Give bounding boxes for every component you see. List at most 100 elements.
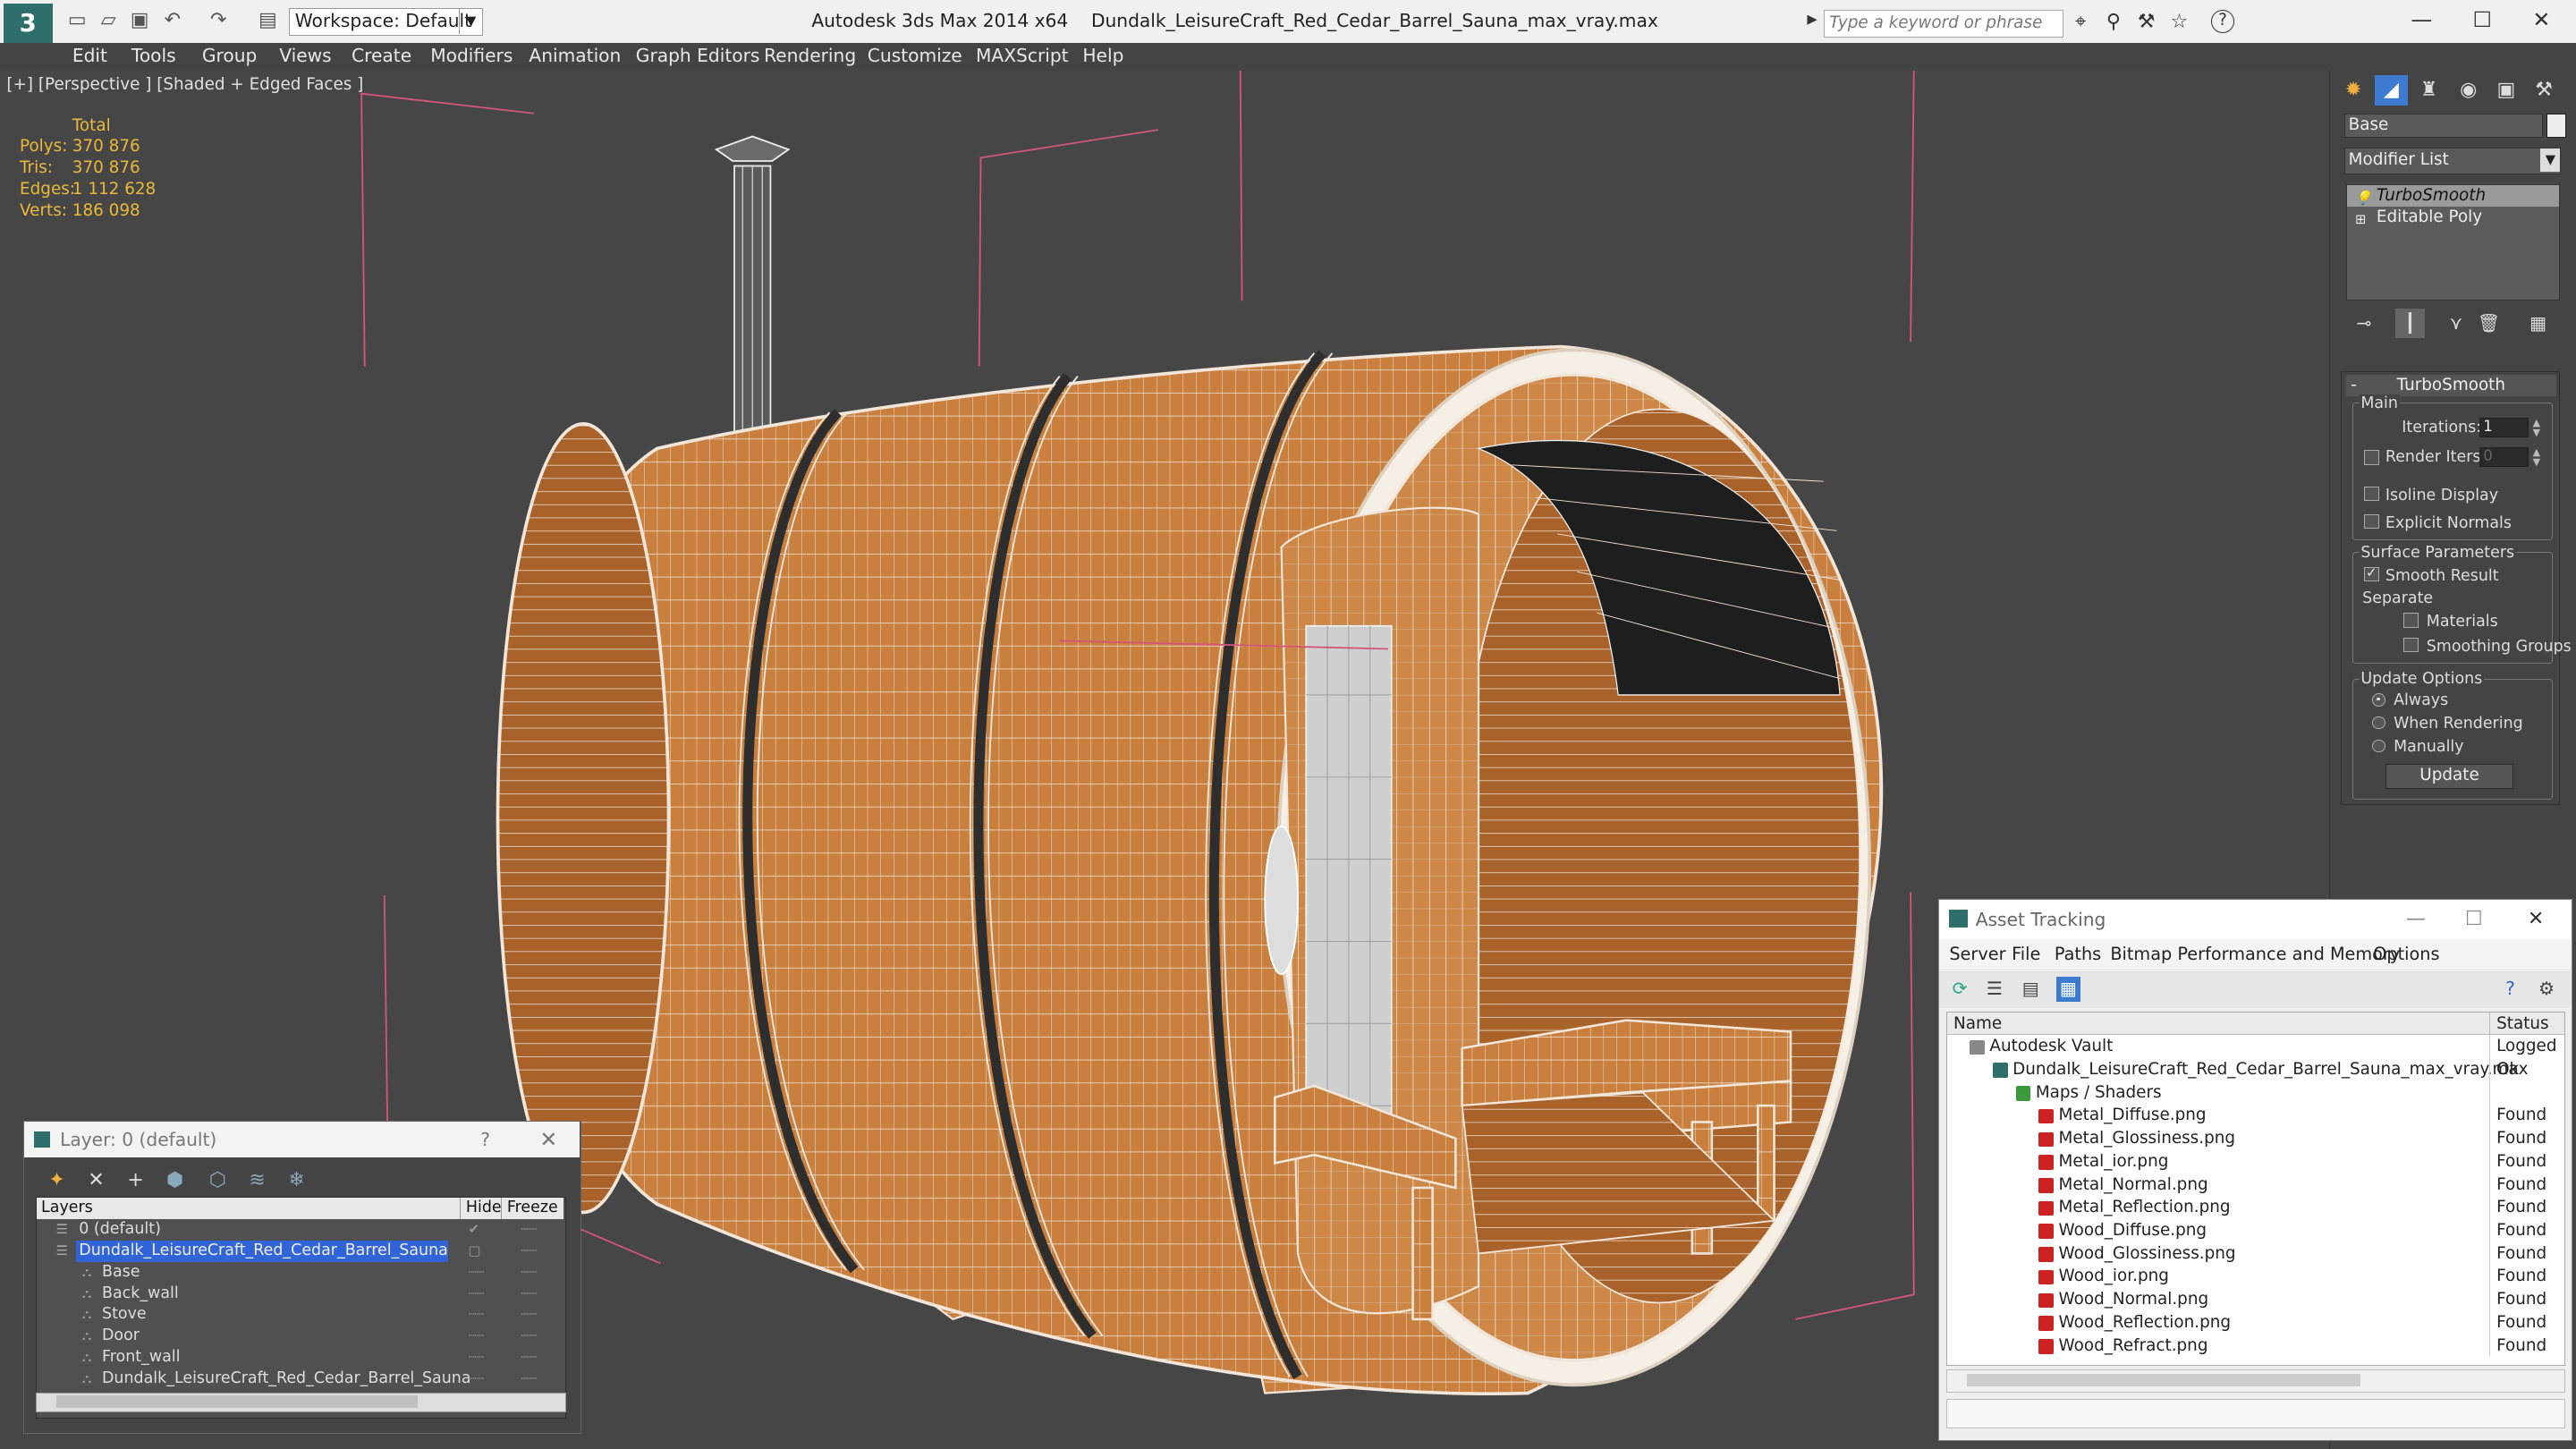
asset-row[interactable]: Dundalk_LeisureCraft_Red_Cedar_Barrel_Sa… [1947,1057,2564,1081]
object-color-swatch[interactable] [2546,113,2566,139]
freeze-all-icon[interactable]: ❄ [284,1167,309,1193]
search-expand-icon[interactable]: ▶ [1807,12,1822,37]
layer-row[interactable]: ⛬ Door ┈┈ ┈┈ [37,1326,564,1347]
modify-tab-icon[interactable]: ◢ [2375,75,2408,106]
menu-create[interactable]: Create [352,45,411,66]
layer-row[interactable]: ☰ Dundalk_LeisureCraft_Red_Cedar_Barrel_S… [37,1240,564,1262]
search-input[interactable]: Type a keyword or phrase [1823,10,2063,38]
display-tab-icon[interactable]: ▣ [2490,75,2523,105]
layer-row[interactable]: ☰ 0 (default) ✔ ┈┈ [37,1219,564,1241]
options-icon[interactable]: ⚙ [2534,977,2559,1002]
hide-toggle[interactable]: ▢ [469,1241,481,1262]
hierarchy-tab-icon[interactable]: ♜ [2412,75,2445,105]
asset-menu-server[interactable]: Server [1949,944,2005,964]
thumbnail-view-icon[interactable]: ▤ [2018,977,2043,1002]
minimize-icon[interactable]: — [2399,5,2445,35]
hide-toggle[interactable]: ┈┈ [469,1284,485,1305]
highlight-layer-icon[interactable]: ⬡ [205,1167,231,1193]
open-file-icon[interactable]: ▱ [97,10,120,31]
menu-animation[interactable]: Animation [529,45,621,66]
asset-row[interactable]: Metal_Normal.png Found [1947,1173,2564,1197]
materials-checkbox[interactable] [2403,613,2419,628]
iterations-spinner[interactable]: 1 [2479,417,2529,437]
create-layer-icon[interactable]: ✦ [44,1167,70,1193]
asset-row[interactable]: Wood_ior.png Found [1947,1265,2564,1289]
manually-radio[interactable] [2372,739,2385,753]
utilities-tab-icon[interactable]: ⚒ [2528,75,2561,105]
redo-icon[interactable]: ↷ [207,10,230,31]
project-folder-icon[interactable]: ▤ [257,10,280,31]
binoculars-icon[interactable]: ⌖ [2068,10,2093,35]
render-iters-spinner[interactable]: 0 [2479,446,2529,467]
show-end-result-icon[interactable]: ┃ [2394,309,2425,339]
freeze-toggle[interactable]: ┈┈ [521,1326,537,1347]
help-icon[interactable]: ? [2211,10,2234,33]
asset-menu-bitmap[interactable]: Bitmap Performance and Memory [2110,944,2400,964]
freeze-toggle[interactable]: ┈┈ [521,1219,537,1241]
menu-rendering[interactable]: Rendering [764,45,856,66]
list-view-icon[interactable]: ☰ [1982,977,2007,1002]
undo-icon[interactable]: ↶ [161,10,184,31]
viewport-label[interactable]: [+] [Perspective ] [Shaded + Edged Faces… [6,75,363,94]
hide-toggle[interactable]: ┈┈ [469,1304,485,1326]
hide-toggle[interactable]: ┈┈ [469,1262,485,1284]
scroll-thumb[interactable] [55,1394,418,1409]
select-objects-icon[interactable]: ⬢ [162,1167,188,1193]
asset-menu-options[interactable]: Options [2373,944,2439,964]
asset-row[interactable]: Wood_Refract.png Found [1947,1334,2564,1358]
workspace-dropdown[interactable]: Workspace: Default ▼ [289,8,483,37]
create-tab-icon[interactable]: ✹ [2337,75,2370,105]
menu-graph-editors[interactable]: Graph Editors [636,45,760,66]
remove-modifier-icon[interactable]: 🗑 [2474,309,2504,338]
layer-row[interactable]: ⛬ Base ┈┈ ┈┈ [37,1262,564,1284]
freeze-toggle[interactable]: ┈┈ [521,1262,537,1284]
new-file-icon[interactable]: ▭ [65,10,89,31]
favorites-star-icon[interactable]: ☆ [2167,10,2192,35]
explicit-normals-checkbox[interactable] [2364,513,2379,530]
layer-scrollbar[interactable] [35,1392,566,1412]
close-icon[interactable]: ✕ [539,1122,557,1157]
smoothing-groups-checkbox[interactable] [2403,637,2419,653]
asset-menu-file[interactable]: File [2012,944,2040,964]
maximize-icon[interactable]: ☐ [2465,900,2483,939]
col-layers[interactable]: Layers [41,1198,93,1219]
menu-help[interactable]: Help [1082,45,1123,66]
layer-row[interactable]: ⛬ Dundalk_LeisureCraft_Red_Cedar_Barrel_S… [37,1368,564,1390]
render-iters-checkbox[interactable] [2364,450,2379,465]
make-unique-icon[interactable]: ⋎ [2441,309,2470,338]
freeze-toggle[interactable]: ┈┈ [521,1304,537,1326]
layer-row[interactable]: ⛬ Stove ┈┈ ┈┈ [37,1304,564,1326]
rollout-header[interactable]: - TurboSmooth [2345,374,2556,396]
asset-row[interactable]: Metal_ior.png Found [1947,1149,2564,1174]
asset-row[interactable]: Metal_Diffuse.png Found [1947,1104,2564,1128]
menu-edit[interactable]: Edit [72,45,107,66]
motion-tab-icon[interactable]: ◉ [2452,75,2485,105]
asset-row[interactable]: Metal_Glossiness.png Found [1947,1127,2564,1150]
expand-plus-icon[interactable]: ⊞ [2355,209,2366,231]
hide-toggle[interactable]: ┈┈ [469,1326,485,1347]
asset-menu-paths[interactable]: Paths [2055,944,2101,964]
col-name[interactable]: Name [1953,1013,2002,1036]
add-to-layer-icon[interactable]: + [123,1167,148,1193]
asset-row[interactable]: Maps / Shaders [1947,1080,2564,1105]
delete-layer-icon[interactable]: ✕ [83,1167,109,1193]
object-name-field[interactable]: Base [2343,113,2544,139]
freeze-toggle[interactable]: ┈┈ [521,1347,537,1368]
col-freeze[interactable]: Freeze [501,1198,558,1219]
spinner-arrows-icon[interactable]: ▲ ▼ [2530,418,2544,437]
subscription-icon[interactable]: ⚲ [2101,10,2126,35]
freeze-toggle[interactable]: ┈┈ [521,1241,537,1262]
refresh-icon[interactable]: ⟳ [1947,977,1972,1002]
minimize-icon[interactable]: — [2406,900,2426,939]
pin-stack-icon[interactable]: ⊸ [2349,309,2378,338]
save-file-icon[interactable]: ▣ [128,10,151,31]
menu-modifiers[interactable]: Modifiers [430,45,513,66]
spinner-arrows-icon[interactable]: ▲ ▼ [2530,447,2544,467]
stack-item-editable-poly[interactable]: ⊞ Editable Poly [2347,207,2559,228]
close-icon[interactable]: ✕ [2528,900,2544,939]
col-status[interactable]: Status [2488,1012,2549,1036]
active-layer-check-icon[interactable]: ✔ [469,1219,479,1241]
asset-row[interactable]: Wood_Normal.png Found [1947,1288,2564,1311]
always-radio[interactable] [2372,693,2385,707]
layer-row[interactable]: ⛬ Back_wall ┈┈ ┈┈ [37,1284,564,1305]
